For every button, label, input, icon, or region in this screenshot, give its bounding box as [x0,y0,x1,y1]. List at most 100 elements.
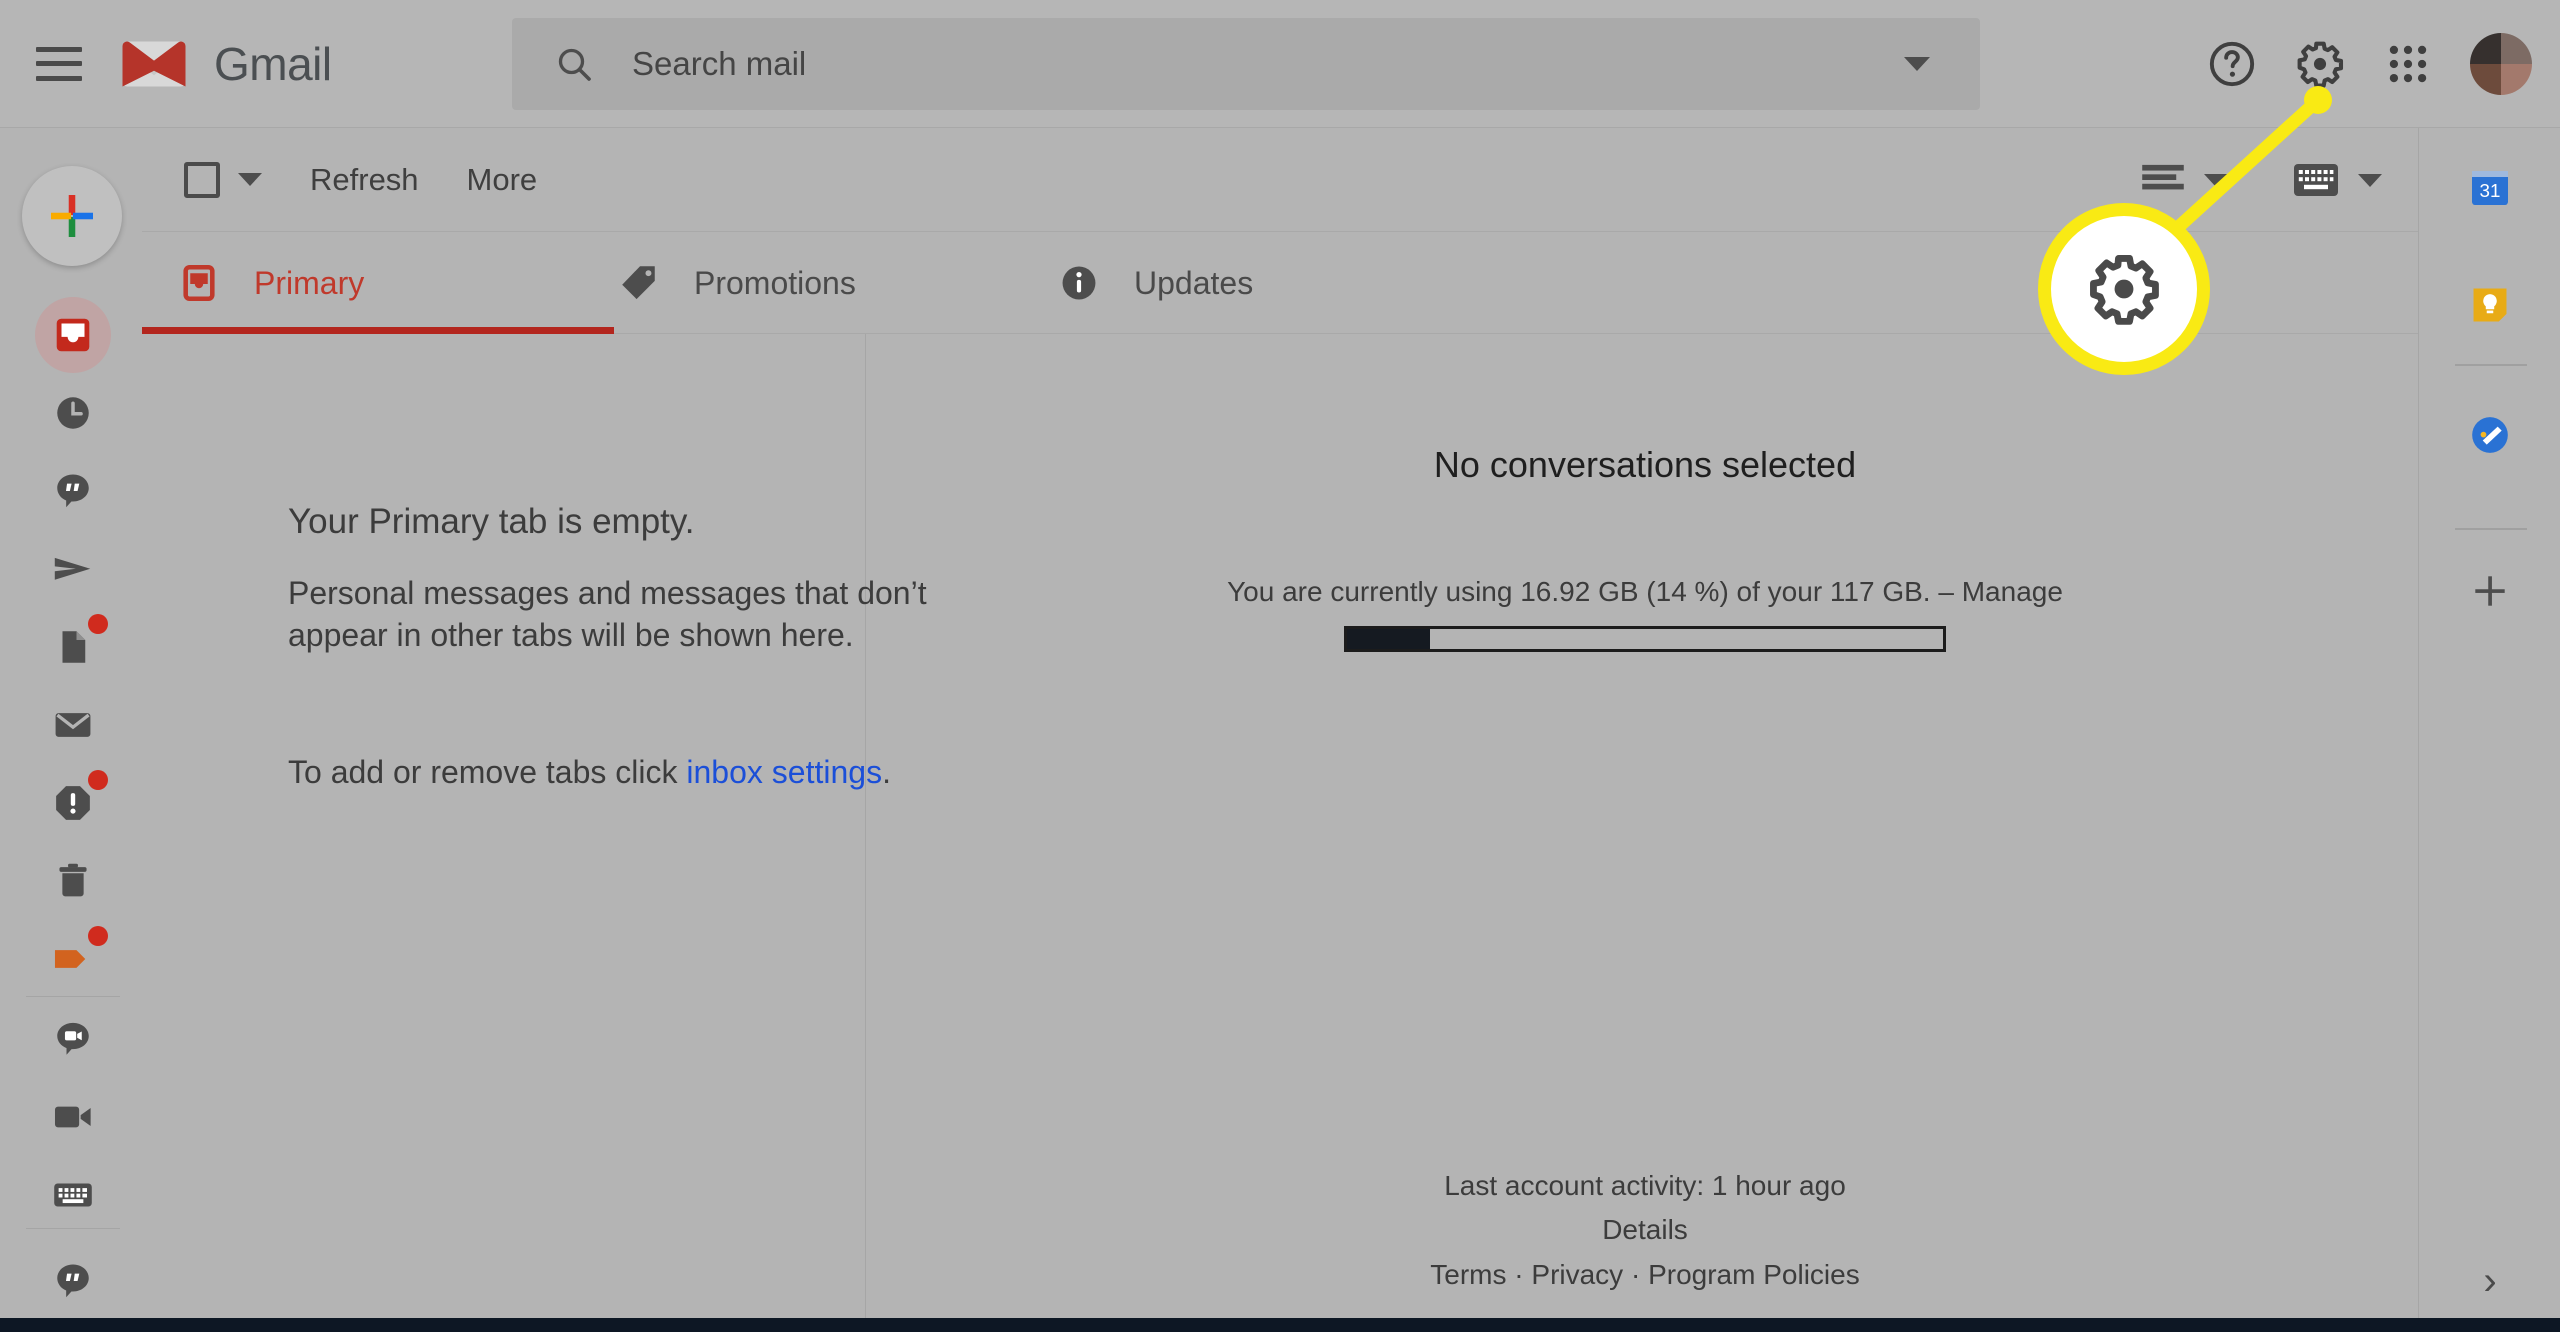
hamburger-menu-icon[interactable] [36,46,82,81]
display-density-control[interactable] [2140,163,2228,197]
privacy-link[interactable]: Privacy [1531,1259,1623,1290]
apps-grid-icon[interactable] [2382,38,2434,90]
sidebar-item-trash[interactable] [42,850,104,912]
sidebar-item-snoozed[interactable] [42,382,104,444]
gear-icon [2090,255,2159,325]
right-rail-divider [2455,528,2527,530]
document-icon [62,631,86,663]
addon-google-keep[interactable] [2459,274,2521,336]
page-footer: Last account activity: 1 hour ago Detail… [872,1164,2418,1298]
labels-badge [88,926,108,946]
details-link[interactable]: Details [872,1208,2418,1253]
info-circle-icon [1062,266,1096,300]
legal-links: Terms · Privacy · Program Policies [872,1253,2418,1298]
manage-storage-link[interactable]: Manage [1962,576,2063,607]
sidebar-item-join-meeting[interactable] [42,1086,104,1148]
video-camera-icon [54,1106,91,1128]
empty-state-title: Your Primary tab is empty. [288,502,695,541]
gmail-logo-icon [122,41,186,86]
conversation-list-pane: Your Primary tab is empty. Personal mess… [142,334,927,1332]
addon-google-tasks[interactable] [2459,404,2521,466]
spam-warning-icon [56,786,90,820]
plus-icon [51,195,93,237]
mail-icon [55,713,91,737]
more-button[interactable]: More [467,162,538,198]
program-policies-link[interactable]: Program Policies [1648,1259,1860,1290]
checkbox-icon[interactable] [184,161,220,198]
sidebar-item-chat[interactable] [42,460,104,522]
tab-label: Promotions [694,264,856,301]
select-all-chevron-down-icon[interactable] [238,173,262,186]
compose-button[interactable] [22,166,122,266]
storage-usage-text: You are currently using 16.92 GB (14 %) … [872,576,2418,608]
sidebar-item-spam[interactable] [42,770,108,834]
inbox-icon [56,318,90,352]
search-input-placeholder[interactable]: Search mail [632,45,806,83]
tab-promotions[interactable]: Promotions [582,232,1022,334]
keyboard-icon [54,1183,92,1207]
search-options-chevron-down-icon[interactable] [1904,57,1930,71]
video-chat-bubble-icon [57,1022,89,1055]
chat-bubble-icon [57,1264,89,1298]
display-density-icon [2142,164,2184,190]
clock-icon [57,397,89,429]
keep-lightbulb-icon [2473,288,2507,322]
brand-name: Gmail [214,37,332,90]
add-addon-button[interactable] [2459,560,2521,622]
right-addon-rail: 31 › [2418,128,2560,1332]
keyboard-icon [2294,164,2338,196]
spam-badge [88,770,108,790]
left-icon-rail [0,128,142,1332]
storage-progress-bar [1344,626,1946,652]
inbox-settings-link[interactable]: inbox settings [686,754,882,790]
no-conversations-message: No conversations selected [1433,444,1857,485]
tab-label: Updates [1134,264,1254,301]
tab-updates[interactable]: Updates [1022,232,1462,334]
plus-icon [2475,576,2505,606]
sidebar-item-drafts[interactable] [42,614,108,678]
tag-icon [622,266,655,300]
keyboard-chevron-down-icon[interactable] [2358,173,2382,187]
addon-google-calendar[interactable]: 31 [2459,156,2521,218]
top-header-bar: Gmail Search mail [0,0,2560,128]
sidebar-item-inbox[interactable] [35,297,111,373]
terms-link[interactable]: Terms [1430,1259,1506,1290]
label-tag-icon [54,950,86,968]
sidebar-item-all-mail[interactable] [42,694,104,756]
gear-icon[interactable] [2294,38,2346,90]
drafts-badge [88,614,108,634]
brand: Gmail [118,36,332,92]
send-icon [54,557,91,580]
sidebar-item-new-meeting[interactable] [42,1008,104,1070]
footer-separator: · [1506,1259,1532,1291]
inbox-icon [183,264,215,302]
last-activity-text: Last account activity: 1 hour ago [1444,1169,1846,1201]
help-question-icon[interactable] [2206,38,2258,90]
sidebar-item-sent[interactable] [42,538,104,600]
density-chevron-down-icon[interactable] [2204,173,2228,187]
tab-primary[interactable]: Primary [142,232,614,334]
inbox-settings-hint: To add or remove tabs click inbox settin… [288,754,891,791]
sidebar-item-hangouts[interactable] [42,1250,104,1312]
right-rail-divider [2455,364,2527,366]
chevron-right-icon[interactable]: › [2419,1259,2560,1304]
sidebar-item-keyboard[interactable] [42,1164,104,1226]
storage-progress-fill [1347,629,1431,649]
svg-text:31: 31 [2480,180,2501,201]
rail-divider-2 [26,1228,120,1229]
tasks-icon [2472,417,2508,453]
inbox-settings-hint-prefix: To add or remove tabs click [288,754,687,790]
refresh-button[interactable]: Refresh [310,162,419,198]
header-actions [2206,0,2560,128]
calendar-31-icon: 31 [2472,171,2508,205]
search-icon [558,48,591,81]
select-all-control[interactable] [184,161,262,198]
rail-divider-1 [26,996,120,997]
user-avatar[interactable] [2470,33,2532,95]
keyboard-shortcuts-control[interactable] [2292,162,2382,198]
gmail-app-window: Gmail Search mail Refresh More Primary P… [0,0,2560,1332]
storage-usage-label: You are currently using 16.92 GB (14 %) … [1227,576,1962,607]
sidebar-item-labels[interactable] [42,926,108,990]
search-bar[interactable]: Search mail [512,18,1980,110]
trash-icon [59,863,87,897]
